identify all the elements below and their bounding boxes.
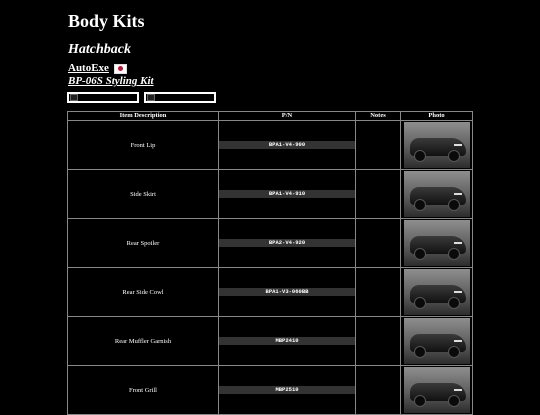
table-row: Front Grill MBP2510	[67, 365, 473, 415]
item-description: Front Lip	[67, 120, 219, 170]
broken-image-link-2[interactable]	[144, 92, 216, 103]
header-photo: Photo	[400, 111, 473, 121]
part-number: MBP2410	[219, 337, 355, 345]
broken-image-icon	[147, 94, 155, 101]
table-row: Rear Muffler Garnish MBP2410	[67, 316, 473, 366]
part-photo[interactable]	[403, 318, 470, 364]
notes-cell	[355, 316, 401, 366]
pn-cell: MBP2510	[218, 365, 356, 415]
notes-cell	[355, 365, 401, 415]
part-photo[interactable]	[403, 220, 470, 266]
notes-cell	[355, 218, 401, 268]
item-description: Rear Muffler Garnish	[67, 316, 219, 366]
page-title: Body Kits	[68, 11, 145, 31]
part-number: BPA2-V4-920	[219, 239, 355, 247]
header-pn: P/N	[218, 111, 356, 121]
photo-cell	[400, 267, 473, 317]
photo-cell	[400, 218, 473, 268]
photo-cell	[400, 120, 473, 170]
part-number: BPA1-V4-910	[219, 190, 355, 198]
pn-cell: BPA1-V3-060BB	[218, 267, 356, 317]
notes-cell	[355, 120, 401, 170]
part-photo[interactable]	[403, 367, 470, 413]
part-photo[interactable]	[403, 171, 470, 217]
table-row: Rear Side Cowl BPA1-V3-060BB	[67, 267, 473, 317]
photo-cell	[400, 365, 473, 415]
part-photo[interactable]	[403, 269, 470, 315]
parts-table: Item Description P/N Notes Photo Front L…	[67, 111, 473, 415]
part-number: BPA1-V4-900	[219, 141, 355, 149]
item-description: Rear Spoiler	[67, 218, 219, 268]
table-row: Side Skirt BPA1-V4-910	[67, 169, 473, 219]
broken-image-icon	[70, 94, 78, 101]
japan-flag-icon	[113, 63, 127, 74]
page-subtitle: Hatchback	[68, 42, 131, 57]
item-description: Front Grill	[67, 365, 219, 415]
photo-cell	[400, 169, 473, 219]
notes-cell	[355, 267, 401, 317]
pn-cell: BPA1-V4-900	[218, 120, 356, 170]
table-row: Front Lip BPA1-V4-900	[67, 120, 473, 170]
item-description: Side Skirt	[67, 169, 219, 219]
pn-cell: MBP2410	[218, 316, 356, 366]
table-row: Rear Spoiler BPA2-V4-920	[67, 218, 473, 268]
part-photo[interactable]	[403, 122, 470, 168]
image-links	[67, 92, 216, 103]
pn-cell: BPA1-V4-910	[218, 169, 356, 219]
kit-link[interactable]: BP-06S Styling Kit	[68, 75, 154, 88]
broken-image-link-1[interactable]	[67, 92, 139, 103]
item-description: Rear Side Cowl	[67, 267, 219, 317]
header-notes: Notes	[355, 111, 401, 121]
brand-row: AutoExe	[68, 62, 127, 75]
table-header-row: Item Description P/N Notes Photo	[67, 111, 473, 121]
photo-cell	[400, 316, 473, 366]
pn-cell: BPA2-V4-920	[218, 218, 356, 268]
header-item-description: Item Description	[67, 111, 219, 121]
part-number: BPA1-V3-060BB	[219, 288, 355, 296]
part-number: MBP2510	[219, 386, 355, 394]
notes-cell	[355, 169, 401, 219]
page: Body Kits Hatchback AutoExe BP-06S Styli…	[0, 0, 540, 415]
brand-link[interactable]: AutoExe	[68, 62, 109, 75]
